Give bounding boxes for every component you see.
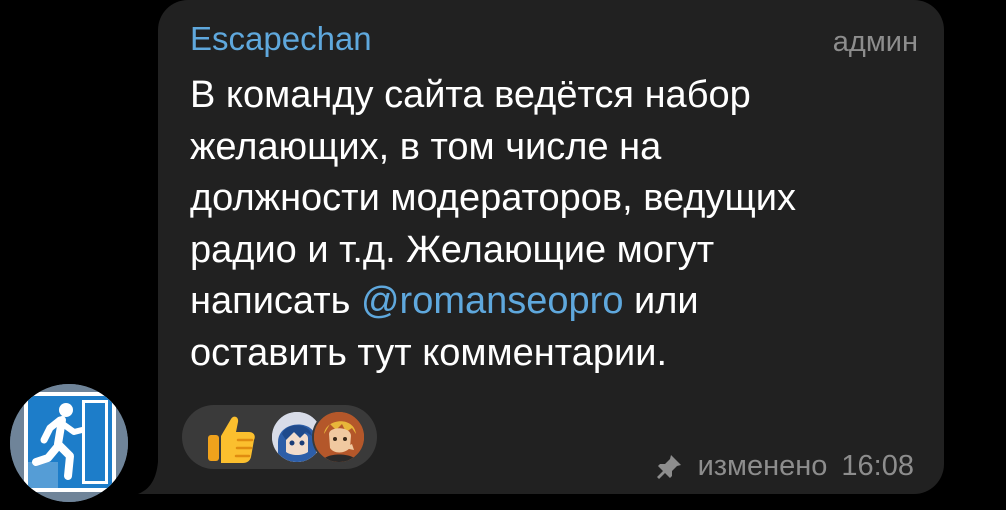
sender-avatar[interactable]: [10, 384, 128, 502]
message-line: желающих, в том числе на: [190, 125, 662, 168]
message-line: оставить тут комментарии.: [190, 331, 668, 374]
message-text-fragment: написать: [190, 280, 361, 322]
edited-label: изменено: [697, 450, 828, 482]
reaction-chip[interactable]: [182, 405, 377, 469]
admin-badge: админ: [832, 26, 918, 58]
message-meta: изменено 16:08: [654, 450, 914, 483]
pin-icon: [656, 454, 681, 479]
message-line: написать @romanseopro или: [190, 276, 920, 328]
message-line: В команду сайта ведётся набор: [190, 74, 751, 116]
message-text: В команду сайта ведётся набор желающих, …: [190, 70, 920, 379]
emergency-exit-icon: [10, 384, 128, 502]
thumbs-up-icon: [208, 416, 255, 463]
mention-link[interactable]: @romanseopro: [361, 280, 623, 322]
message-line: должности модераторов, ведущих: [190, 177, 796, 219]
message-text-fragment: или: [623, 280, 699, 322]
sender-name[interactable]: Escapechan: [190, 20, 372, 58]
reaction-avatar-2: [312, 410, 366, 464]
message-time: 16:08: [841, 450, 914, 482]
message-line: радио и т.д. Желающие могут: [190, 228, 715, 271]
chat-view: Escapechan админ В команду сайта ведётся…: [0, 0, 1006, 510]
